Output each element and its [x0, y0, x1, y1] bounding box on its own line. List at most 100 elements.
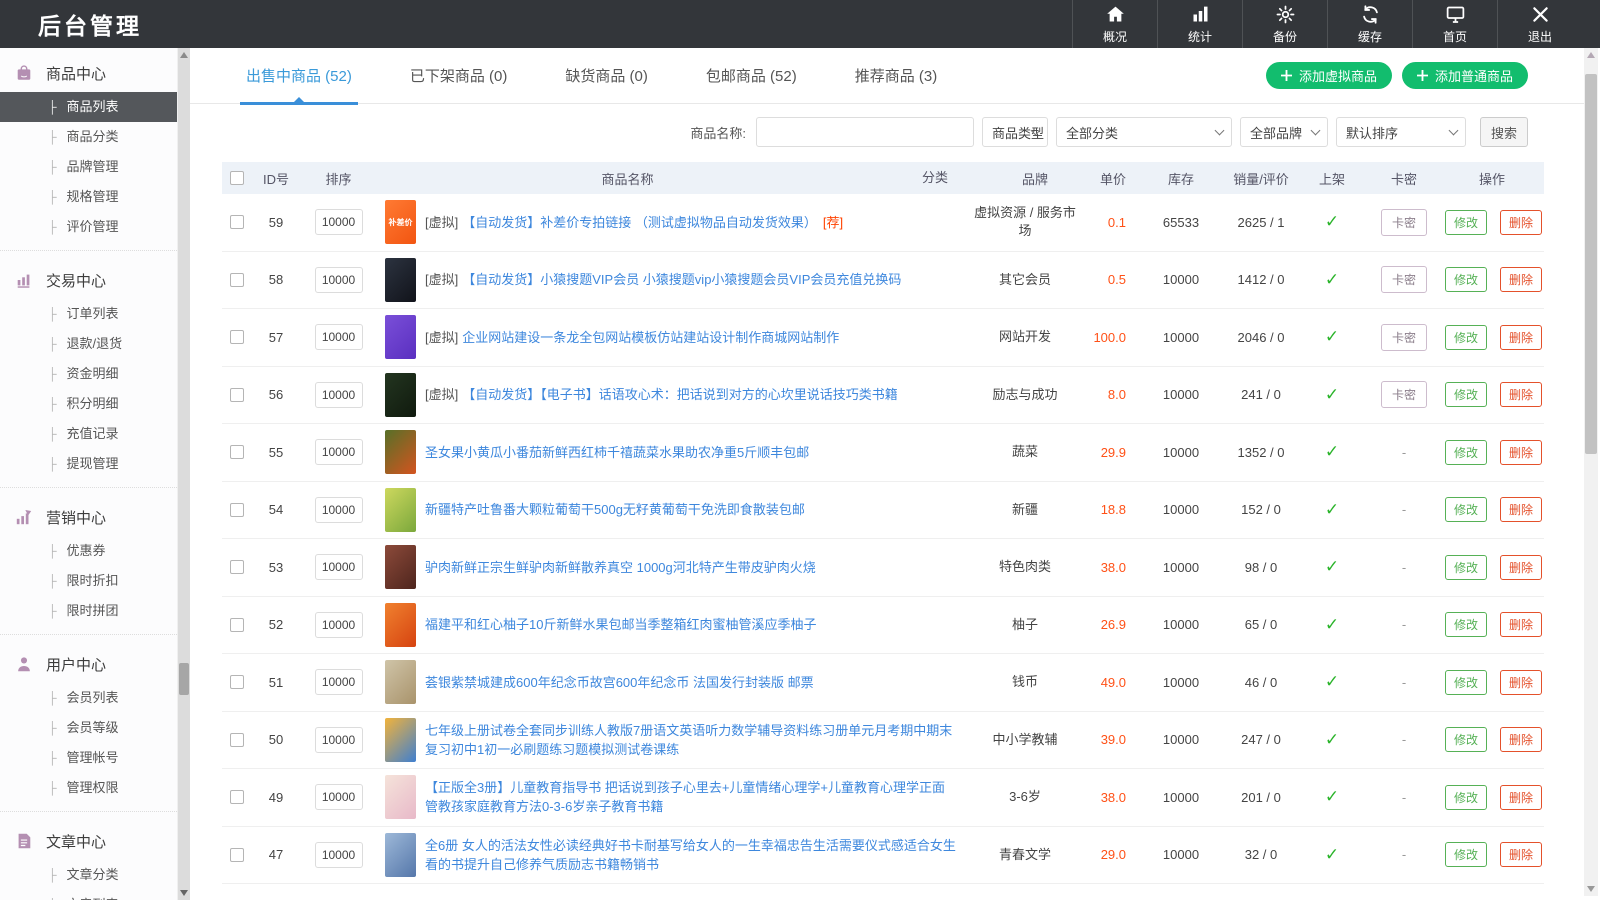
sidebar-item-会员等级[interactable]: ├会员等级	[0, 713, 177, 743]
sort-order-input[interactable]	[315, 209, 363, 235]
product-name-link[interactable]: 【自动发货】补差价专拍链接 （测试虚拟物品自动发货效果）	[462, 215, 817, 230]
sidebar-item-会员列表[interactable]: ├会员列表	[0, 683, 177, 713]
sidebar-item-文章列表[interactable]: ├文章列表	[0, 890, 177, 900]
select-all-checkbox[interactable]	[230, 171, 244, 185]
row-checkbox[interactable]	[230, 388, 244, 402]
sidebar-item-积分明细[interactable]: ├积分明细	[0, 389, 177, 419]
kami-button[interactable]: 卡密	[1381, 266, 1427, 293]
topbar-nav-item[interactable]: 首页	[1412, 0, 1497, 48]
sidebar-item-资金明细[interactable]: ├资金明细	[0, 359, 177, 389]
sidebar-item-文章分类[interactable]: ├文章分类	[0, 860, 177, 890]
edit-button[interactable]: 修改	[1445, 727, 1487, 752]
topbar-nav-item[interactable]: 统计	[1157, 0, 1242, 48]
sidebar-item-规格管理[interactable]: ├规格管理	[0, 182, 177, 212]
sort-order-input[interactable]	[315, 382, 363, 408]
edit-button[interactable]: 修改	[1445, 382, 1487, 407]
sidebar-item-限时折扣[interactable]: ├限时折扣	[0, 566, 177, 596]
tab[interactable]: 包邮商品 (52)	[706, 48, 797, 104]
row-checkbox[interactable]	[230, 273, 244, 287]
sort-order-input[interactable]	[315, 784, 363, 810]
brand-select[interactable]: 全部品牌	[1240, 117, 1328, 147]
product-thumbnail[interactable]	[385, 660, 416, 704]
product-name-link[interactable]: 【正版全3册】儿童教育指导书 把话说到孩子心里去+儿童情绪心理学+儿童教育心理学…	[425, 780, 945, 814]
sort-order-input[interactable]	[315, 842, 363, 868]
sort-order-input[interactable]	[315, 497, 363, 523]
sort-order-input[interactable]	[315, 324, 363, 350]
scroll-up-arrow-icon[interactable]	[180, 52, 188, 58]
product-thumbnail[interactable]	[385, 718, 416, 762]
product-thumbnail[interactable]	[385, 315, 416, 359]
kami-button[interactable]: 卡密	[1381, 324, 1427, 351]
delete-button[interactable]: 删除	[1500, 670, 1542, 695]
topbar-nav-item[interactable]: 概况	[1072, 0, 1157, 48]
tab[interactable]: 已下架商品 (0)	[410, 48, 508, 104]
product-thumbnail[interactable]	[385, 430, 416, 474]
edit-button[interactable]: 修改	[1445, 842, 1487, 867]
product-thumbnail[interactable]: 补差价	[385, 200, 416, 244]
edit-button[interactable]: 修改	[1445, 440, 1487, 465]
delete-button[interactable]: 删除	[1500, 785, 1542, 810]
tab[interactable]: 推荐商品 (3)	[855, 48, 938, 104]
sidebar-item-提现管理[interactable]: ├提现管理	[0, 449, 177, 479]
product-name-link[interactable]: 新疆特产吐鲁番大颗粒葡萄干500g无籽黄葡萄干免洗即食散装包邮	[425, 502, 805, 517]
tab[interactable]: 缺货商品 (0)	[565, 48, 648, 104]
search-button[interactable]: 搜索	[1480, 117, 1528, 147]
row-checkbox[interactable]	[230, 790, 244, 804]
delete-button[interactable]: 删除	[1500, 267, 1542, 292]
sidebar-item-管理帐号[interactable]: ├管理帐号	[0, 743, 177, 773]
product-name-link[interactable]: 驴肉新鲜正宗生鲜驴肉新鲜散养真空 1000g河北特产生带皮驴肉火烧	[425, 560, 816, 575]
product-name-link[interactable]: 全6册 女人的活法女性必读经典好书卡耐基写给女人的一生幸福忠告生活需要仪式感适合…	[425, 838, 956, 872]
sort-order-input[interactable]	[315, 669, 363, 695]
sidebar-scrollbar-thumb[interactable]	[179, 663, 189, 695]
sort-order-input[interactable]	[315, 554, 363, 580]
sidebar-item-评价管理[interactable]: ├评价管理	[0, 212, 177, 242]
kami-button[interactable]: 卡密	[1381, 209, 1427, 236]
kami-button[interactable]: 卡密	[1381, 381, 1427, 408]
edit-button[interactable]: 修改	[1445, 267, 1487, 292]
scroll-up-arrow-icon[interactable]	[1587, 52, 1595, 58]
delete-button[interactable]: 删除	[1500, 325, 1542, 350]
edit-button[interactable]: 修改	[1445, 210, 1487, 235]
row-checkbox[interactable]	[230, 503, 244, 517]
edit-button[interactable]: 修改	[1445, 785, 1487, 810]
row-checkbox[interactable]	[230, 848, 244, 862]
sidebar-item-订单列表[interactable]: ├订单列表	[0, 299, 177, 329]
sort-order-input[interactable]	[315, 727, 363, 753]
edit-button[interactable]: 修改	[1445, 555, 1487, 580]
sidebar-item-商品分类[interactable]: ├商品分类	[0, 122, 177, 152]
add-normal-product-button[interactable]: 添加普通商品	[1402, 62, 1528, 89]
sidebar-item-充值记录[interactable]: ├充值记录	[0, 419, 177, 449]
product-thumbnail[interactable]	[385, 258, 416, 302]
row-checkbox[interactable]	[230, 445, 244, 459]
product-thumbnail[interactable]	[385, 373, 416, 417]
row-checkbox[interactable]	[230, 560, 244, 574]
sidebar-item-退款/退货[interactable]: ├退款/退货	[0, 329, 177, 359]
page-scrollbar-thumb[interactable]	[1585, 74, 1597, 454]
product-name-input[interactable]	[756, 117, 974, 147]
delete-button[interactable]: 删除	[1500, 555, 1542, 580]
row-checkbox[interactable]	[230, 330, 244, 344]
delete-button[interactable]: 删除	[1500, 727, 1542, 752]
delete-button[interactable]: 删除	[1500, 440, 1542, 465]
sidebar-scrollbar[interactable]	[178, 48, 190, 900]
sort-order-input[interactable]	[315, 267, 363, 293]
delete-button[interactable]: 删除	[1500, 382, 1542, 407]
sidebar-item-品牌管理[interactable]: ├品牌管理	[0, 152, 177, 182]
product-thumbnail[interactable]	[385, 603, 416, 647]
row-checkbox[interactable]	[230, 618, 244, 632]
sidebar-item-商品列表[interactable]: ├商品列表	[0, 92, 177, 122]
tab[interactable]: 出售中商品 (52)	[246, 48, 352, 104]
edit-button[interactable]: 修改	[1445, 497, 1487, 522]
sort-order-input[interactable]	[315, 439, 363, 465]
delete-button[interactable]: 删除	[1500, 497, 1542, 522]
topbar-nav-item[interactable]: 备份	[1242, 0, 1327, 48]
product-thumbnail[interactable]	[385, 488, 416, 532]
edit-button[interactable]: 修改	[1445, 612, 1487, 637]
product-name-link[interactable]: 企业网站建设一条龙全包网站模板仿站建站设计制作商城网站制作	[462, 330, 839, 345]
product-name-link[interactable]: 【自动发货】小猿搜题VIP会员 小猿搜题vip小猿搜题会员VIP会员充值兑换码	[462, 272, 901, 287]
topbar-nav-item[interactable]: 退出	[1497, 0, 1582, 48]
sort-order-input[interactable]	[315, 612, 363, 638]
product-name-link[interactable]: 圣女果小黄瓜小番茄新鲜西红柿千禧蔬菜水果助农净重5斤顺丰包邮	[425, 445, 809, 460]
edit-button[interactable]: 修改	[1445, 325, 1487, 350]
product-name-link[interactable]: 【自动发货】【电子书】话语攻心术：把话说到对方的心坎里说话技巧类书籍	[462, 387, 898, 402]
